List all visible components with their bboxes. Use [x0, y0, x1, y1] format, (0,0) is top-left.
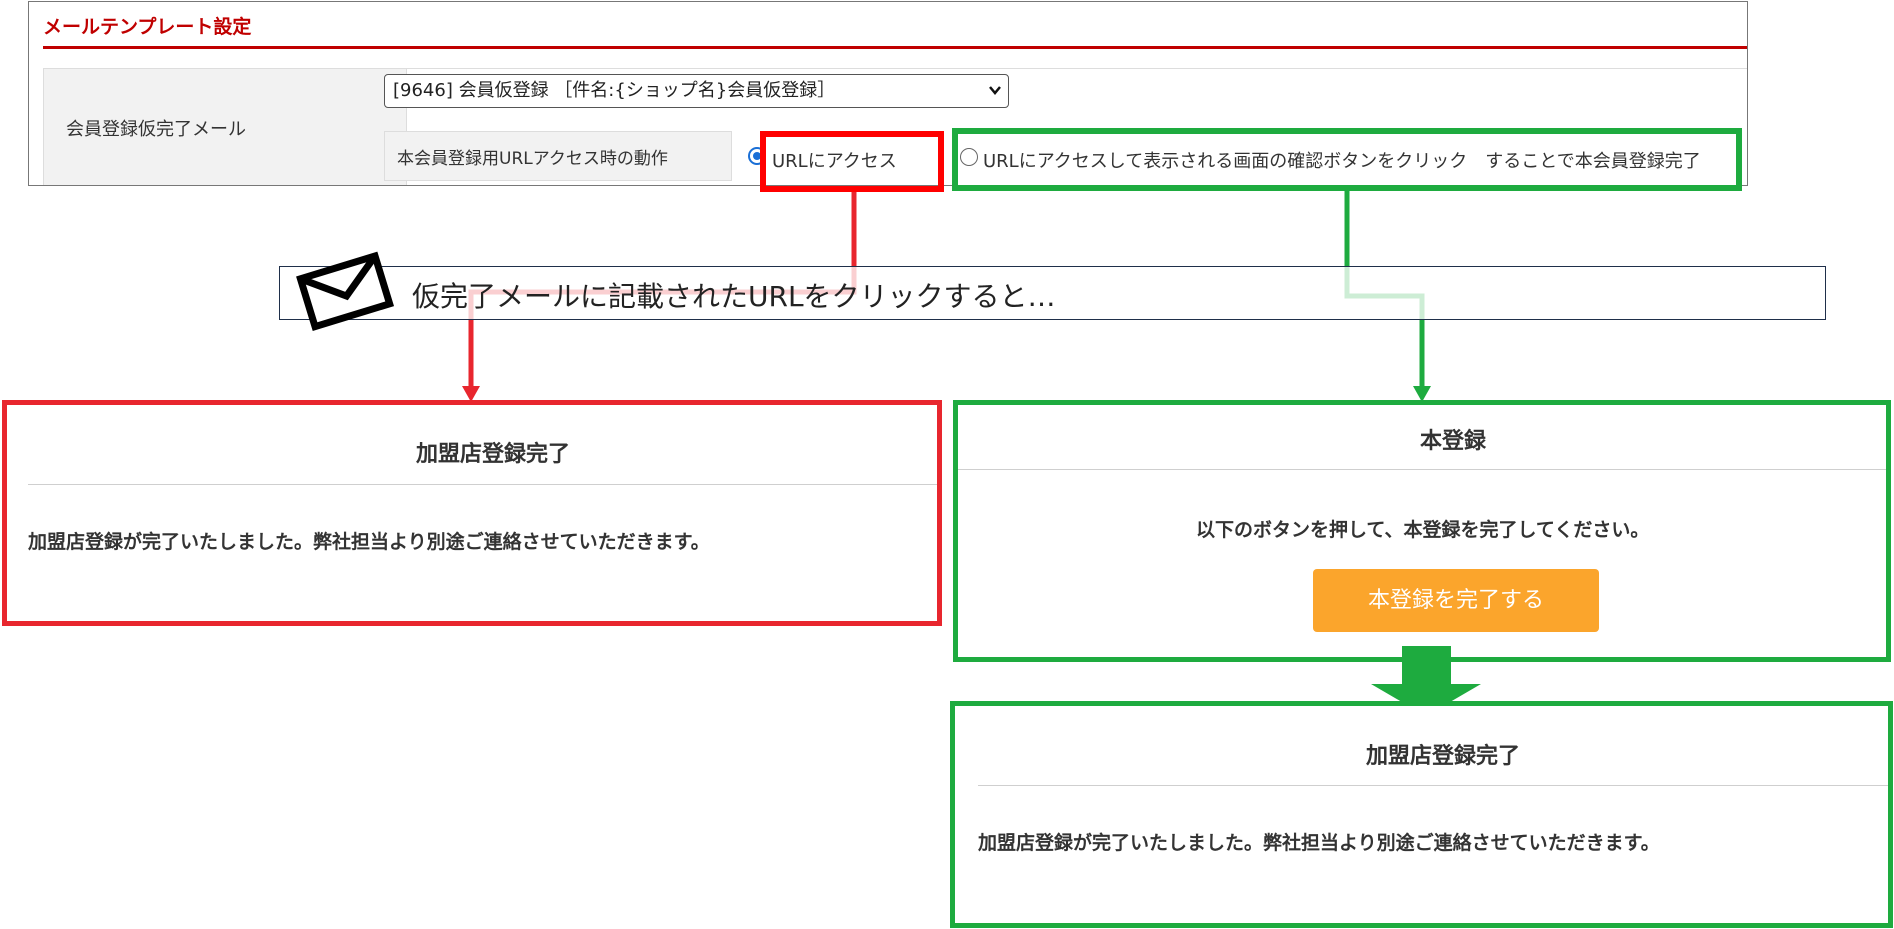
row-label-cell: 会員登録仮完了メール [43, 68, 406, 185]
chevron-down-icon [989, 86, 1001, 95]
settings-title: メールテンプレート設定 [43, 16, 252, 38]
result-panel-confirm-done [950, 701, 1893, 928]
result-confirm-divider [958, 469, 1886, 470]
action-label: 本会員登録用URLアクセス時の動作 [397, 149, 668, 169]
green-highlight-frame [952, 128, 1742, 191]
result-confirm-done-divider [978, 785, 1888, 786]
complete-registration-button[interactable]: 本登録を完了する [1313, 569, 1599, 632]
envelope-icon [296, 251, 395, 331]
result-confirm-done-message: 加盟店登録が完了いたしました。弊社担当より別途ご連絡させていただきます。 [978, 832, 1660, 854]
template-select-value: [9646] 会員仮登録 ［件名:{ショップ名}会員仮登録］ [393, 80, 836, 101]
result-direct-title: 加盟店登録完了 [416, 442, 571, 467]
action-label-cell: 本会員登録用URLアクセス時の動作 [384, 131, 732, 181]
result-direct-divider [28, 484, 937, 485]
result-direct-message: 加盟店登録が完了いたしました。弊社担当より別途ご連絡させていただきます。 [28, 531, 710, 553]
result-panel-direct [2, 400, 942, 626]
result-confirm-done-title: 加盟店登録完了 [1366, 744, 1521, 769]
row-label: 会員登録仮完了メール [66, 119, 246, 140]
click-note-text: 仮完了メールに記載されたURLをクリックすると… [412, 280, 1056, 313]
template-select[interactable]: [9646] 会員仮登録 ［件名:{ショップ名}会員仮登録］ [384, 74, 1009, 108]
settings-title-underline [43, 46, 1747, 49]
red-highlight-frame [760, 131, 944, 192]
result-confirm-message: 以下のボタンを押して、本登録を完了してください。 [1196, 519, 1650, 541]
result-confirm-title: 本登録 [1420, 429, 1487, 454]
